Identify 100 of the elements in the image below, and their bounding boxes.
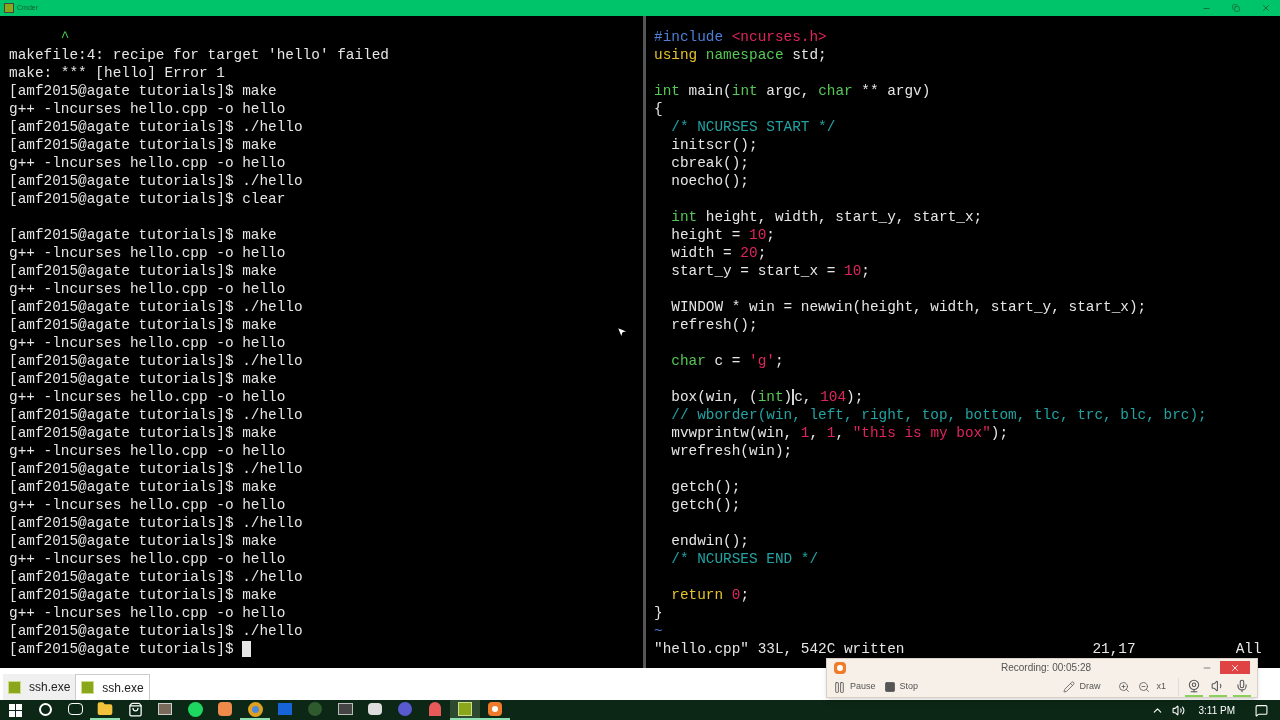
code-line: initscr(); bbox=[670, 137, 758, 153]
shopping-bag-icon bbox=[127, 701, 143, 717]
code-line: mvwprintw(win, 1, 1, "this is my box"); bbox=[670, 425, 1009, 441]
zoom-in-button[interactable] bbox=[1118, 681, 1131, 693]
code-line: #include <ncurses.h> bbox=[654, 29, 827, 45]
tile-app-icon bbox=[278, 703, 292, 715]
square-app-icon bbox=[218, 702, 232, 716]
clock[interactable]: 3:11 PM bbox=[1198, 702, 1235, 718]
webcam-icon bbox=[1187, 679, 1201, 693]
recorder-app-icon bbox=[488, 702, 502, 716]
code-line: using namespace std; bbox=[654, 47, 827, 63]
code-line: endwin(); bbox=[670, 533, 749, 549]
zoom-out-icon bbox=[1138, 681, 1151, 693]
mic-toggle[interactable] bbox=[1233, 677, 1251, 697]
close-button[interactable] bbox=[1220, 661, 1250, 674]
code-line: start_y = start_x = 10; bbox=[670, 263, 870, 279]
restore-icon bbox=[1232, 4, 1240, 12]
stop-icon bbox=[883, 681, 896, 693]
terminal-line: [amf2015@agate tutorials]$ make bbox=[9, 83, 277, 99]
terminal-line: [amf2015@agate tutorials]$ make bbox=[9, 137, 277, 153]
code-line: int main(int argc, char ** argv) bbox=[654, 83, 931, 99]
taskbar-app[interactable] bbox=[450, 700, 480, 720]
empty-line-marker: ~ bbox=[654, 623, 663, 639]
tab[interactable]: ssh.exe bbox=[75, 674, 150, 700]
text-cursor bbox=[242, 641, 252, 657]
terminal-line: [amf2015@agate tutorials]$ make bbox=[9, 227, 277, 243]
terminal-line: [amf2015@agate tutorials]$ ./hello bbox=[9, 299, 303, 315]
terminal-line: [amf2015@agate tutorials]$ make bbox=[9, 479, 277, 495]
terminal-line: makefile:4: recipe for target 'hello' failed bbox=[9, 47, 389, 63]
close-icon bbox=[1261, 3, 1271, 13]
terminal-line: [amf2015@agate tutorials]$ make bbox=[9, 317, 277, 333]
status-message: "hello.cpp" 33L, 542C written bbox=[654, 640, 905, 658]
code-line: wrefresh(win); bbox=[670, 443, 793, 459]
terminal-line: make: *** [hello] Error 1 bbox=[9, 65, 225, 81]
terminal-line: g++ -lncurses hello.cpp -o hello bbox=[9, 443, 286, 459]
browser-icon bbox=[247, 701, 263, 717]
code-line: /* NCURSES END */ bbox=[670, 551, 819, 567]
terminal-line: [amf2015@agate tutorials]$ ./hello bbox=[9, 407, 303, 423]
close-icon bbox=[1230, 662, 1240, 673]
code-line: { bbox=[654, 101, 663, 117]
code-line: width = 20; bbox=[670, 245, 767, 261]
terminal-line: [amf2015@agate tutorials]$ make bbox=[9, 587, 277, 603]
zoom-out-button[interactable] bbox=[1138, 681, 1151, 693]
terminal-line: g++ -lncurses hello.cpp -o hello bbox=[9, 245, 286, 261]
terminal-line: [amf2015@agate tutorials]$ make bbox=[9, 533, 277, 549]
eclipse-app-icon bbox=[398, 702, 412, 716]
recorder-logo-icon bbox=[834, 661, 846, 674]
code-line: box(win, (int)c, 104); bbox=[670, 389, 864, 405]
terminal-line: g++ -lncurses hello.cpp -o hello bbox=[9, 497, 286, 513]
terminal-line: [amf2015@agate tutorials]$ ./hello bbox=[9, 461, 303, 477]
terminal-line: [amf2015@agate tutorials]$ clear bbox=[9, 191, 286, 207]
terminal-line: g++ -lncurses hello.cpp -o hello bbox=[9, 101, 286, 117]
taskbar-app[interactable] bbox=[90, 700, 120, 720]
draw-button[interactable]: Draw bbox=[1063, 680, 1101, 694]
code-line: } bbox=[654, 605, 663, 621]
code-line: char c = 'g'; bbox=[670, 353, 784, 369]
terminal-line: [amf2015@agate tutorials]$ make bbox=[9, 263, 277, 279]
code-line: getch(); bbox=[670, 479, 741, 495]
terminal-line: [amf2015@agate tutorials]$ ./hello bbox=[9, 353, 303, 369]
monitor-app-icon bbox=[337, 703, 353, 715]
terminal-line: g++ -lncurses hello.cpp -o hello bbox=[9, 389, 286, 405]
terminal-line: [amf2015@agate tutorials]$ ./hello bbox=[9, 119, 303, 135]
terminal-line: g++ -lncurses hello.cpp -o hello bbox=[9, 335, 286, 351]
code-line: height = 10; bbox=[670, 227, 775, 243]
recorder-title: Recording: 00:05:28 bbox=[1001, 661, 1092, 675]
zoom-in-icon bbox=[1118, 681, 1131, 693]
notification-icon[interactable] bbox=[1255, 703, 1268, 717]
terminal-line: g++ -lncurses hello.cpp -o hello bbox=[9, 605, 286, 621]
scroll-position: All bbox=[1235, 640, 1262, 658]
terminal-line: [amf2015@agate tutorials]$ ./hello bbox=[9, 623, 303, 639]
windows-icon bbox=[8, 703, 22, 717]
popcorn-app-icon bbox=[429, 702, 441, 716]
code-line: int height, width, start_y, start_x; bbox=[670, 209, 983, 225]
tab[interactable]: ssh.exe bbox=[3, 674, 76, 700]
code-line: return 0; bbox=[670, 587, 749, 603]
zoom-level[interactable]: x1 bbox=[1156, 680, 1166, 694]
cursor-position: 21,17 bbox=[1092, 640, 1136, 658]
terminal-line: [amf2015@agate tutorials]$ ./hello bbox=[9, 173, 303, 189]
terminal-line: g++ -lncurses hello.cpp -o hello bbox=[9, 551, 286, 567]
editor-app-icon bbox=[158, 703, 172, 715]
terminal-line: g++ -lncurses hello.cpp -o hello bbox=[9, 155, 286, 171]
taskbar-app[interactable] bbox=[240, 700, 270, 720]
folder-icon bbox=[97, 701, 113, 717]
error-marker: ^ bbox=[59, 29, 70, 45]
stop-button[interactable]: Stop bbox=[883, 680, 919, 694]
code-line: refresh(); bbox=[670, 317, 758, 333]
dark-app-icon bbox=[308, 702, 322, 716]
pause-button[interactable]: Pause bbox=[833, 680, 876, 694]
code-line: /* NCURSES START */ bbox=[670, 119, 836, 135]
pencil-icon bbox=[1063, 681, 1076, 693]
code-line: // wborder(win, left, right, top, bottom, tlc, trc, blc, brc); bbox=[670, 407, 1207, 423]
taskbar-app[interactable] bbox=[480, 700, 510, 720]
volume-icon[interactable] bbox=[1171, 703, 1185, 717]
webcam-toggle[interactable] bbox=[1185, 677, 1203, 697]
terminal-line: [amf2015@agate tutorials]$ make bbox=[9, 371, 277, 387]
task-view-icon bbox=[67, 703, 83, 715]
pause-icon bbox=[833, 680, 846, 694]
terminal-line: [amf2015@agate tutorials]$ bbox=[9, 640, 235, 658]
terminal-line: [amf2015@agate tutorials]$ ./hello bbox=[9, 569, 303, 585]
window-app-icon bbox=[368, 703, 382, 715]
